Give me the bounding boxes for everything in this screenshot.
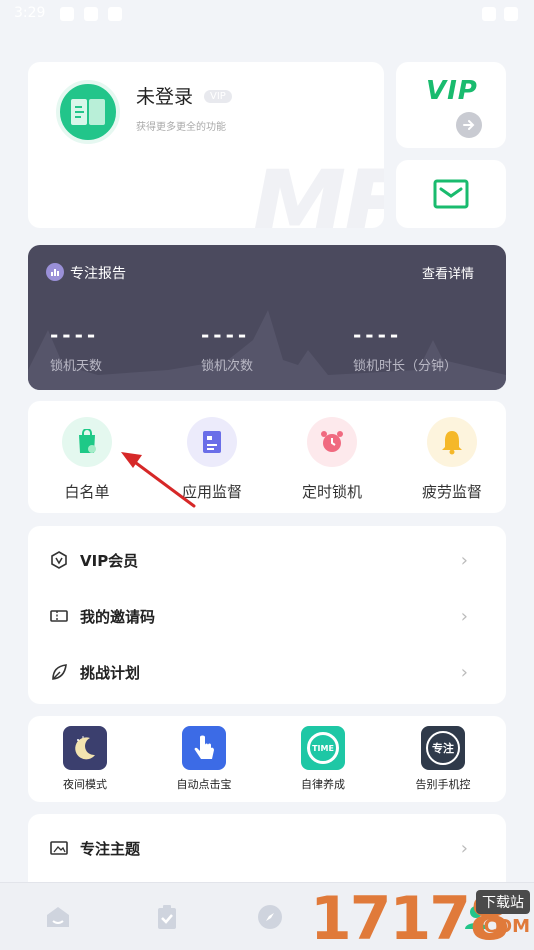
menu-item-challenge-plan[interactable]: 挑战计划 › — [28, 644, 506, 700]
decorative-watermark: MF — [250, 150, 384, 228]
menu-list: VIP会员 › 我的邀请码 › 挑战计划 › — [28, 526, 506, 704]
alarm-clock-icon — [307, 417, 357, 467]
book-icon — [71, 99, 105, 125]
compass-icon[interactable] — [256, 903, 284, 931]
home-icon[interactable] — [44, 903, 72, 931]
status-time: 3:29 — [14, 5, 46, 21]
chevron-right-icon: › — [460, 549, 468, 571]
menu-item-invite-code[interactable]: 我的邀请码 › — [28, 588, 506, 644]
whitelist-bag-icon — [62, 417, 112, 467]
system-icons — [482, 7, 518, 21]
mail-icon — [433, 179, 469, 209]
avatar[interactable] — [56, 80, 120, 144]
image-frame-icon — [50, 841, 68, 855]
feature-whitelist[interactable]: 白名单 — [37, 417, 137, 502]
vip-badge: VIP — [204, 90, 232, 103]
leaf-icon — [52, 664, 67, 680]
notification-icons — [60, 7, 122, 21]
vip-card[interactable]: VIP — [396, 62, 506, 148]
status-bar: 3:29 — [0, 0, 534, 28]
bell-icon — [427, 417, 477, 467]
profile-card[interactable]: MF 未登录 VIP 获得更多更全的功能 — [28, 62, 384, 228]
vip-label: VIP — [426, 76, 478, 106]
app-auto-clicker[interactable]: 自动点击宝 — [154, 726, 254, 792]
feature-grid: 白名单 应用监督 定时锁机 疲劳监督 — [28, 401, 506, 513]
feature-fatigue-monitor[interactable]: 疲劳监督 — [402, 417, 502, 502]
feature-app-monitor[interactable]: 应用监督 — [162, 417, 262, 502]
app-night-mode[interactable]: 夜间模式 — [35, 726, 135, 792]
ticket-icon — [50, 610, 68, 622]
stat-lock-days: ---- 锁机天数 — [50, 323, 103, 374]
report-chart-icon — [46, 263, 64, 281]
tap-hand-icon — [182, 726, 226, 770]
chevron-right-icon: › — [460, 605, 468, 627]
app-monitor-icon — [187, 417, 237, 467]
focus-report-card[interactable]: 专注报告 查看详情 ---- 锁机天数 ---- 锁机次数 ---- 锁机时长（… — [28, 245, 506, 390]
recommended-apps: 夜间模式 自动点击宝 TIME 自律养成 专注 告别手机控 — [28, 716, 506, 802]
report-title: 专注报告 — [70, 266, 126, 282]
menu-item-focus-theme[interactable]: 专注主题 › — [28, 820, 506, 876]
profile-subtitle: 获得更多更全的功能 — [136, 122, 226, 133]
focus-badge-icon: 专注 — [421, 726, 465, 770]
stat-lock-duration: ---- 锁机时长（分钟） — [353, 323, 458, 374]
view-details-link[interactable]: 查看详情 — [422, 263, 474, 282]
site-watermark: 17178 下载站 .COM — [310, 884, 530, 950]
clipboard-icon[interactable] — [153, 903, 181, 931]
vip-shield-icon — [51, 551, 67, 569]
arrow-right-icon — [456, 112, 482, 138]
moon-icon — [63, 726, 107, 770]
menu-item-vip[interactable]: VIP会员 › — [28, 532, 506, 588]
chevron-right-icon: › — [460, 837, 468, 859]
message-card[interactable] — [396, 160, 506, 228]
login-status-label[interactable]: 未登录 — [136, 82, 193, 109]
feature-timed-lock[interactable]: 定时锁机 — [282, 417, 382, 502]
time-circle-icon: TIME — [301, 726, 345, 770]
chevron-right-icon: › — [460, 661, 468, 683]
app-self-discipline[interactable]: TIME 自律养成 — [273, 726, 373, 792]
app-quit-phone[interactable]: 专注 告别手机控 — [393, 726, 493, 792]
mountain-decoration — [28, 310, 506, 390]
stat-lock-count: ---- 锁机次数 — [201, 323, 254, 374]
